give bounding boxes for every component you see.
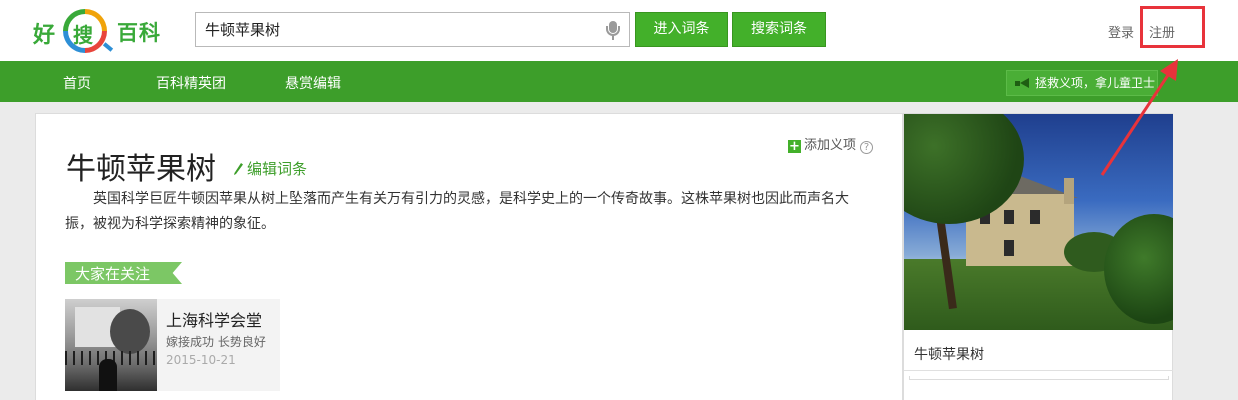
entry-summary: 英国科学巨匠牛顿因苹果从树上坠落而产生有关万有引力的灵感，是科学史上的一个传奇故…	[65, 191, 849, 232]
plus-icon: +	[788, 139, 801, 154]
card-description: 嫁接成功 长势良好	[166, 335, 266, 349]
haosou-baike-logo[interactable]: 好 搜 百科	[33, 7, 168, 53]
search-box	[195, 12, 630, 47]
logo-text-hao: 好	[33, 23, 56, 48]
main-nav: 首页 百科精英团 悬赏编辑 拯救义项，拿儿童卫士	[0, 61, 1238, 102]
add-item-link[interactable]: + 添加义项?	[788, 134, 874, 154]
search-input[interactable]	[196, 13, 591, 46]
microphone-icon[interactable]	[606, 21, 620, 41]
nav-item-elite-team[interactable]: 百科精英团	[156, 73, 226, 93]
search-entry-button[interactable]: 搜索词条	[732, 12, 826, 47]
list-item[interactable]: 上海科学会堂 嫁接成功 长势良好 2015-10-21	[65, 299, 280, 391]
annotation-highlight-box	[1140, 6, 1205, 48]
nav-item-bounty-edit[interactable]: 悬赏编辑	[285, 73, 341, 93]
enter-entry-button[interactable]: 进入词条	[635, 12, 728, 47]
card-title[interactable]: 上海科学会堂	[166, 307, 262, 331]
entry-content: + 添加义项? 牛顿苹果树 编辑词条 英国科学巨匠牛顿因苹果从树上坠落而产生有关万…	[35, 113, 903, 400]
card-date: 2015-10-21	[166, 353, 236, 367]
edit-entry-label: 编辑词条	[247, 160, 308, 178]
nav-item-home[interactable]: 首页	[63, 73, 91, 93]
add-item-label: 添加义项	[804, 138, 857, 153]
page-title: 牛顿苹果树	[66, 152, 216, 187]
annotation-arrow	[1100, 59, 1178, 176]
help-icon[interactable]: ?	[860, 141, 874, 154]
top-header: 好 搜 百科 进入词条 搜索词条 登录 注册	[0, 0, 1238, 61]
logo-text-baike: 百科	[117, 21, 161, 45]
photo-caption: 牛顿苹果树	[914, 347, 984, 363]
card-thumbnail	[65, 299, 157, 391]
pencil-icon	[234, 163, 243, 175]
edit-entry-link[interactable]: 编辑词条	[234, 158, 307, 179]
logo-text-sou: 搜	[73, 23, 93, 47]
attention-section-label: 大家在关注	[75, 265, 151, 283]
login-link[interactable]: 登录	[1108, 22, 1134, 41]
megaphone-icon	[1015, 78, 1029, 88]
